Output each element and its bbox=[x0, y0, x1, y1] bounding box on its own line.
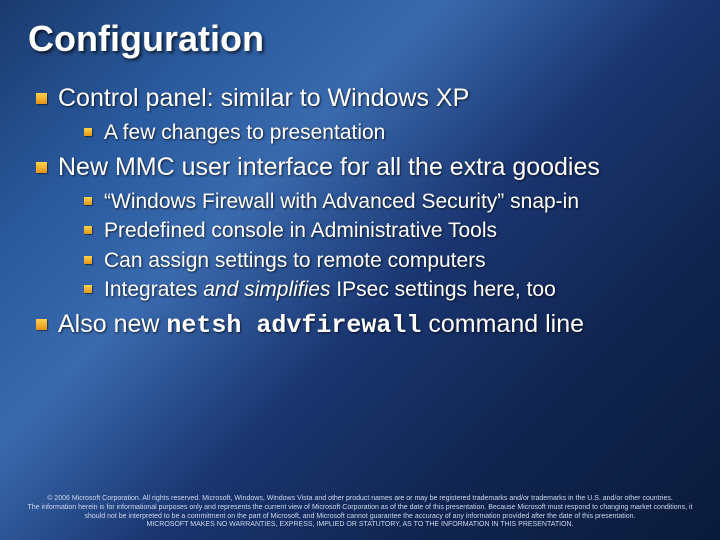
slide-content: Control panel: similar to Windows XP A f… bbox=[28, 82, 692, 343]
bullet-predefined-console: Predefined console in Administrative Too… bbox=[82, 216, 692, 245]
footer-line: The information herein is for informatio… bbox=[18, 504, 702, 522]
slide: Configuration Control panel: similar to … bbox=[0, 0, 720, 540]
bullet-text: New MMC user interface for all the extra… bbox=[58, 153, 600, 181]
bullet-text: command line bbox=[421, 310, 584, 338]
bullet-ipsec: Integrates and simplifies IPsec settings… bbox=[82, 275, 692, 304]
bullet-text: Also new bbox=[58, 310, 166, 338]
bullet-text: A few changes to presentation bbox=[104, 121, 385, 144]
bullet-text-italic: and simplifies bbox=[203, 278, 330, 301]
sub-list: A few changes to presentation bbox=[58, 118, 692, 147]
footer-line: MICROSOFT MAKES NO WARRANTIES, EXPRESS, … bbox=[18, 521, 702, 530]
bullet-new-mmc: New MMC user interface for all the extra… bbox=[34, 151, 692, 304]
bullet-netsh: Also new netsh advfirewall command line bbox=[34, 308, 692, 343]
sub-list: “Windows Firewall with Advanced Security… bbox=[58, 187, 692, 305]
footer-line: © 2006 Microsoft Corporation. All rights… bbox=[18, 495, 702, 504]
bullet-text: Integrates bbox=[104, 278, 203, 301]
bullet-remote-computers: Can assign settings to remote computers bbox=[82, 246, 692, 275]
bullet-control-panel: Control panel: similar to Windows XP A f… bbox=[34, 82, 692, 147]
bullet-text: Predefined console in Administrative Too… bbox=[104, 219, 497, 242]
footer-disclaimer: © 2006 Microsoft Corporation. All rights… bbox=[0, 495, 720, 530]
bullet-firewall-snapin: “Windows Firewall with Advanced Security… bbox=[82, 187, 692, 216]
bullet-text: Can assign settings to remote computers bbox=[104, 249, 486, 272]
bullet-text-code: netsh advfirewall bbox=[166, 311, 421, 340]
bullet-list: Control panel: similar to Windows XP A f… bbox=[34, 82, 692, 343]
bullet-few-changes: A few changes to presentation bbox=[82, 118, 692, 147]
bullet-text: Control panel: similar to Windows XP bbox=[58, 84, 469, 112]
bullet-text: IPsec settings here, too bbox=[330, 278, 555, 301]
bullet-text: “Windows Firewall with Advanced Security… bbox=[104, 190, 579, 213]
slide-title: Configuration bbox=[28, 18, 692, 60]
